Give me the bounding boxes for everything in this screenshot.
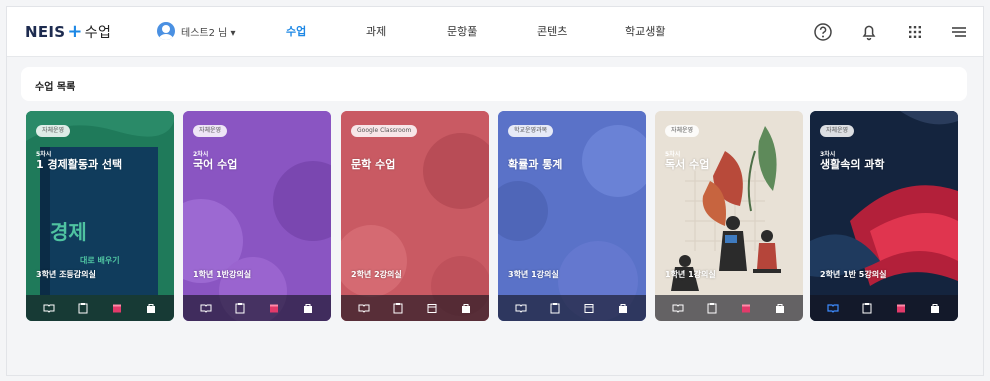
- class-card[interactable]: 학교운영과목 확률과 통계 3학년 1강의실: [498, 111, 646, 321]
- class-card[interactable]: 자체운영 2차시 국어 수업 1학년 1반강의실: [183, 111, 331, 321]
- calendar-icon[interactable]: [268, 302, 280, 314]
- source-badge: 자체운영: [665, 125, 700, 137]
- class-title: 1 경제활동과 선택: [36, 158, 123, 171]
- card-cover-art: [183, 111, 331, 321]
- card-cover-art: [810, 111, 958, 321]
- menu-icon[interactable]: [947, 20, 971, 44]
- class-card[interactable]: 경제 대로 배우기 자체운영 5차시 1 경제활동과 선택 3학년 조등감의실: [26, 111, 174, 321]
- book-icon[interactable]: [200, 302, 212, 314]
- card-action-bar: [498, 295, 646, 321]
- bag-icon[interactable]: [145, 302, 157, 314]
- section-title: 수업 목록: [35, 82, 76, 93]
- bell-icon[interactable]: [857, 20, 881, 44]
- card-action-bar: [26, 295, 174, 321]
- app-logo[interactable]: NEIS + 수업: [25, 21, 111, 42]
- classroom-label: 3학년 1강의실: [508, 270, 559, 279]
- class-title: 문학 수업: [351, 158, 396, 171]
- card-cover-art: [341, 111, 489, 321]
- cover-text-sub: 대로 배우기: [80, 255, 120, 265]
- classroom-label: 2학년 1반 5강의실: [820, 270, 887, 279]
- card-action-bar: [341, 295, 489, 321]
- class-card[interactable]: 자체운영 3차시 생활속의 과학 2학년 1반 5강의실: [810, 111, 958, 321]
- bag-icon[interactable]: [929, 302, 941, 314]
- calendar-icon[interactable]: [895, 302, 907, 314]
- class-card[interactable]: Google Classroom 문학 수업 2학년 2강의실: [341, 111, 489, 321]
- user-menu[interactable]: 테스트2 님 ▾: [157, 22, 236, 40]
- clipboard-icon[interactable]: [706, 302, 718, 314]
- class-title: 국어 수업: [193, 158, 238, 171]
- card-action-bar: [810, 295, 958, 321]
- avatar-icon: [157, 22, 175, 40]
- bag-icon[interactable]: [617, 302, 629, 314]
- source-badge: Google Classroom: [351, 125, 418, 137]
- calendar-icon[interactable]: [111, 302, 123, 314]
- bag-icon[interactable]: [774, 302, 786, 314]
- card-cover-art: [655, 111, 803, 321]
- nav-tab-class[interactable]: 수업: [286, 23, 306, 39]
- card-action-bar: [183, 295, 331, 321]
- class-title: 생활속의 과학: [820, 158, 885, 171]
- classroom-label: 1학년 1반강의실: [193, 270, 252, 279]
- nav-tab-question-bank[interactable]: 문항풀: [447, 23, 477, 39]
- book-icon[interactable]: [672, 302, 684, 314]
- bag-icon[interactable]: [460, 302, 472, 314]
- nav-tab-contents[interactable]: 콘텐츠: [537, 23, 567, 39]
- book-icon[interactable]: [515, 302, 527, 314]
- clipboard-icon[interactable]: [392, 302, 404, 314]
- clipboard-icon[interactable]: [549, 302, 561, 314]
- source-badge: 학교운영과목: [508, 125, 554, 137]
- cover-text-main: 경제: [50, 220, 87, 244]
- help-icon[interactable]: [811, 20, 835, 44]
- classroom-label: 3학년 조등감의실: [36, 270, 96, 279]
- source-badge: 자체운영: [193, 125, 228, 137]
- calendar-icon[interactable]: [426, 302, 438, 314]
- class-list-header: 수업 목록: [21, 67, 967, 101]
- clipboard-icon[interactable]: [77, 302, 89, 314]
- calendar-icon[interactable]: [583, 302, 595, 314]
- card-cover-art: [498, 111, 646, 321]
- card-action-bar: [655, 295, 803, 321]
- source-badge: 자체운영: [820, 125, 855, 137]
- user-name: 테스트2 님 ▾: [181, 27, 236, 39]
- classroom-label: 2학년 2강의실: [351, 270, 402, 279]
- classroom-label: 1학년 1강의실: [665, 270, 716, 279]
- clipboard-icon[interactable]: [861, 302, 873, 314]
- source-badge: 자체운영: [36, 125, 71, 137]
- class-title: 독서 수업: [665, 158, 710, 171]
- calendar-icon[interactable]: [740, 302, 752, 314]
- nav-tab-assignment[interactable]: 과제: [366, 23, 386, 39]
- class-card[interactable]: 자체운영 5차시 독서 수업 1학년 1강의실: [655, 111, 803, 321]
- apps-grid-icon[interactable]: [903, 20, 927, 44]
- nav-tab-school-life[interactable]: 학교생활: [625, 23, 665, 39]
- book-icon[interactable]: [43, 302, 55, 314]
- logo-main: NEIS: [25, 23, 66, 41]
- class-title: 확률과 통계: [508, 158, 563, 171]
- clipboard-icon[interactable]: [234, 302, 246, 314]
- bag-icon[interactable]: [302, 302, 314, 314]
- app-frame: NEIS + 수업 테스트2 님 ▾ 수업 과제 문항풀 콘텐츠 학교생활 수업…: [6, 6, 984, 376]
- book-icon[interactable]: [358, 302, 370, 314]
- top-navigation-bar: NEIS + 수업 테스트2 님 ▾ 수업 과제 문항풀 콘텐츠 학교생활: [7, 7, 983, 57]
- logo-sub: 수업: [84, 25, 112, 41]
- card-cover-art: 경제 대로 배우기: [26, 111, 174, 321]
- logo-plus: +: [67, 21, 83, 42]
- book-icon[interactable]: [827, 302, 839, 314]
